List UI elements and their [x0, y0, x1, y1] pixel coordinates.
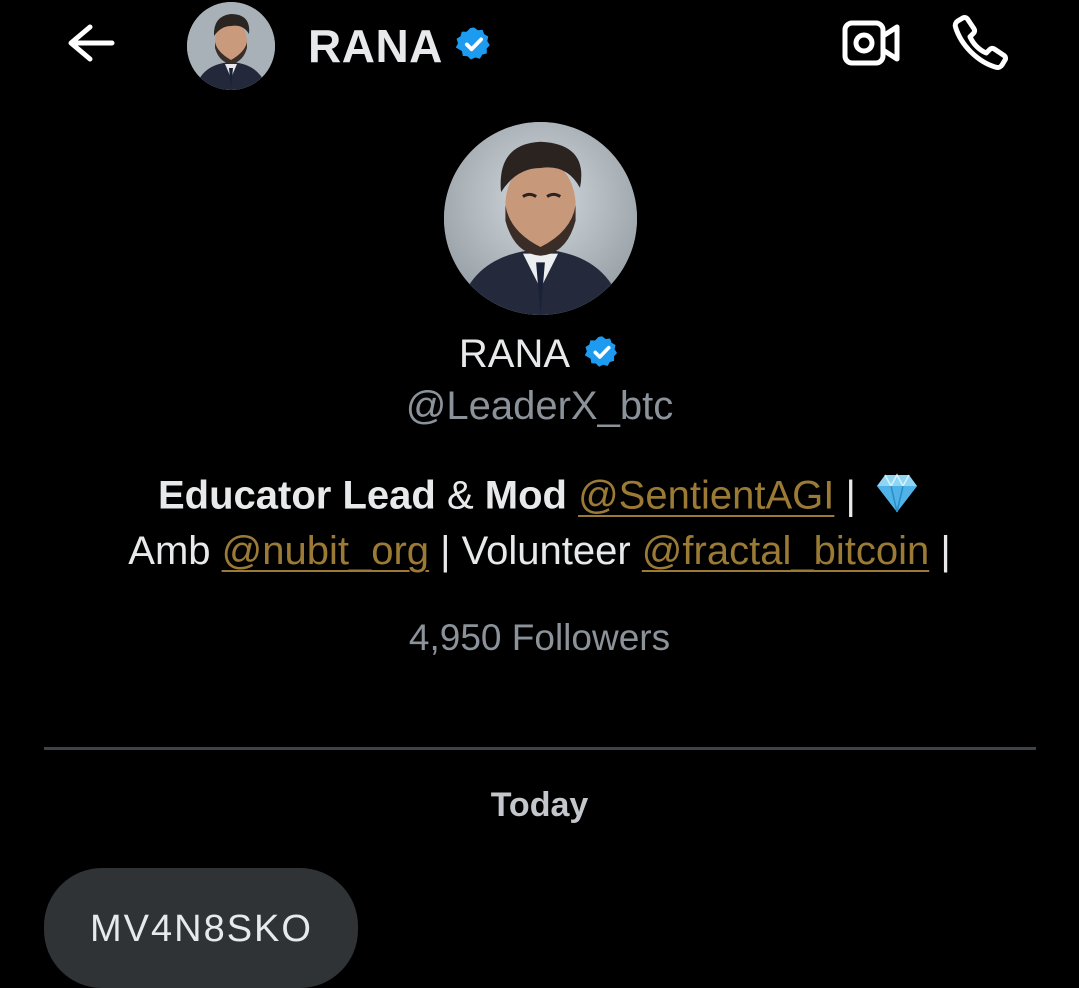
mention-link-nubit[interactable]: @nubit_org — [222, 529, 429, 573]
bio-text: Amb — [128, 529, 222, 573]
voice-call-button[interactable] — [948, 12, 1014, 76]
verified-badge-icon — [455, 25, 493, 68]
verified-badge-icon — [584, 334, 620, 375]
bio-text: Mod — [484, 473, 567, 518]
bio-text: | — [834, 473, 867, 518]
arrow-left-icon — [64, 23, 116, 68]
followers-count[interactable]: 4,950 Followers — [0, 617, 1079, 659]
mention-link-fractal[interactable]: @fractal_bitcoin — [642, 529, 929, 573]
gem-icon — [873, 472, 921, 524]
bio-line-2: Amb @nubit_org | Volunteer @fractal_bitc… — [0, 529, 1079, 574]
video-call-button[interactable] — [838, 14, 904, 76]
header-avatar[interactable] — [187, 2, 275, 90]
message-text: MV4N8SKO — [90, 908, 313, 950]
bio-text: | Volunteer — [429, 529, 642, 573]
date-separator: Today — [490, 786, 589, 824]
bio-text: | — [929, 529, 951, 573]
profile-handle[interactable]: @LeaderX_btc — [0, 384, 1079, 429]
divider — [44, 747, 1036, 750]
message-bubble[interactable]: MV4N8SKO — [44, 868, 358, 988]
profile-name-row: RANA — [0, 332, 1079, 377]
profile-avatar[interactable] — [444, 122, 637, 315]
profile-name: RANA — [458, 332, 571, 376]
mention-link-sentientagi[interactable]: @SentientAGI — [578, 474, 834, 518]
bio-text: & — [435, 473, 485, 518]
bio-line-1: Educator Lead & Mod @SentientAGI | — [0, 472, 1079, 524]
bio-text: Educator Lead — [158, 473, 436, 518]
phone-icon — [951, 12, 1011, 77]
header-name: RANA — [308, 20, 443, 72]
back-button[interactable] — [60, 22, 120, 68]
header-title[interactable]: RANA — [308, 18, 493, 74]
video-camera-icon — [841, 15, 901, 76]
bio-space — [567, 474, 578, 518]
